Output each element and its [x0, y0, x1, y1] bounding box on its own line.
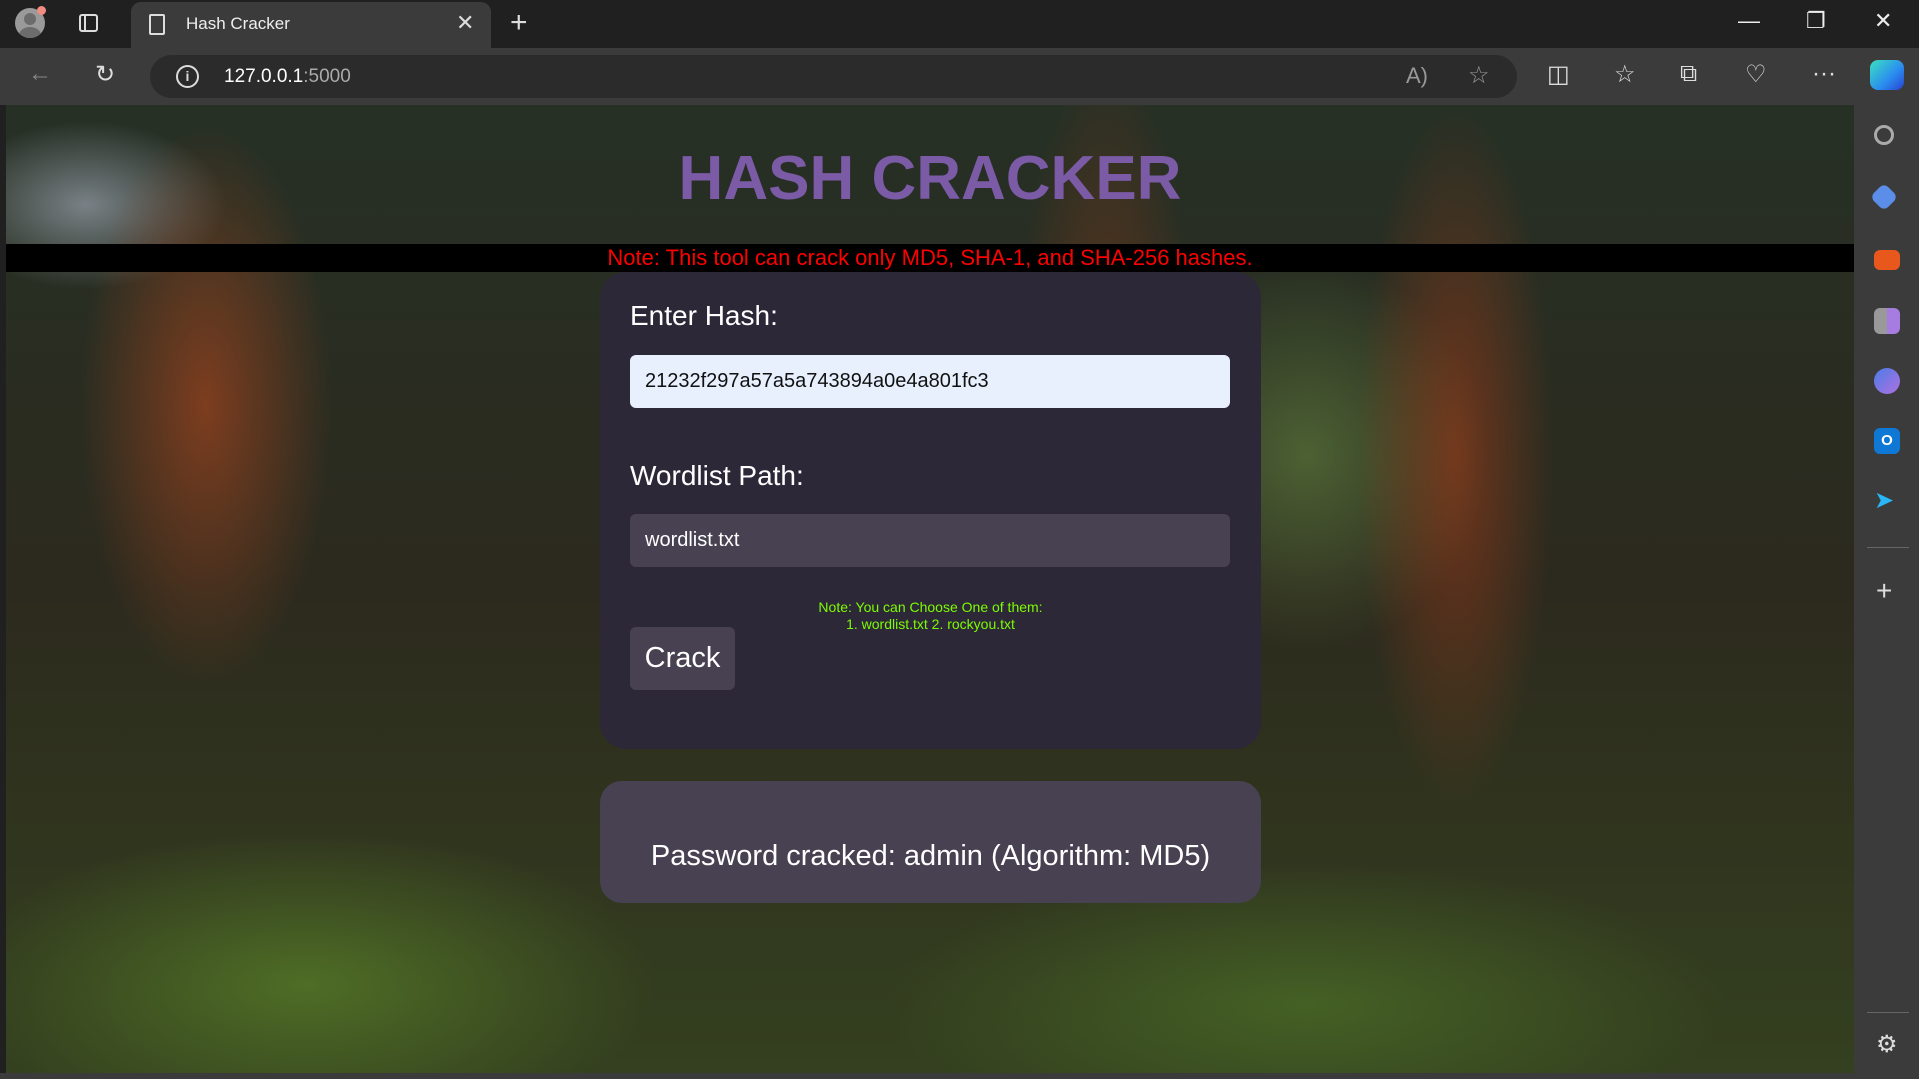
outlook-icon[interactable]: O: [1874, 428, 1900, 454]
browser-essentials-icon[interactable]: ♡: [1745, 60, 1767, 89]
page-title: HASH CRACKER: [678, 144, 1182, 213]
favorites-icon[interactable]: ☆: [1614, 60, 1636, 89]
shopping-tag-icon[interactable]: [1869, 182, 1899, 212]
crack-button[interactable]: Crack: [630, 627, 735, 690]
send-icon[interactable]: ➤: [1874, 488, 1900, 514]
crack-form: Enter Hash: Wordlist Path: Note: You can…: [600, 272, 1261, 749]
window-border: [0, 1073, 1854, 1079]
tab-actions-icon[interactable]: [79, 14, 98, 32]
tab-bar: Hash Cracker ✕ + — ❐ ✕: [0, 0, 1919, 48]
restore-icon[interactable]: ❐: [1806, 8, 1826, 34]
close-tab-icon[interactable]: ✕: [456, 10, 474, 36]
refresh-icon[interactable]: ↻: [95, 60, 115, 89]
split-screen-icon[interactable]: ◫: [1547, 60, 1570, 89]
new-tab-icon[interactable]: +: [510, 6, 528, 40]
info-icon[interactable]: i: [176, 65, 199, 88]
notification-dot: [37, 6, 46, 15]
copilot-icon[interactable]: [1870, 60, 1904, 90]
tools-icon[interactable]: [1874, 250, 1900, 270]
back-icon[interactable]: ←: [28, 60, 52, 88]
search-icon[interactable]: [1874, 125, 1894, 145]
tab-hash-cracker[interactable]: Hash Cracker ✕: [131, 2, 491, 48]
favorite-star-icon[interactable]: ☆: [1468, 61, 1490, 90]
sidebar-divider: [1867, 547, 1909, 548]
wordlist-note-line1: Note: You can Choose One of them:: [818, 599, 1043, 615]
result-box: Password cracked: admin (Algorithm: MD5): [600, 781, 1261, 903]
url-text: 127.0.0.1:5000: [224, 66, 351, 87]
collections-icon[interactable]: ⧉: [1680, 60, 1697, 88]
add-icon[interactable]: +: [1876, 575, 1892, 607]
wordlist-input[interactable]: [630, 514, 1230, 567]
more-icon[interactable]: ···: [1812, 60, 1836, 88]
close-window-icon[interactable]: ✕: [1874, 8, 1892, 34]
tab-title: Hash Cracker: [186, 14, 290, 33]
edge-sidebar: O ➤ + ⚙: [1854, 105, 1919, 1079]
hash-input[interactable]: [630, 355, 1230, 408]
supported-hashes-note: Note: This tool can crack only MD5, SHA-…: [6, 244, 1854, 272]
sidebar-divider: [1867, 1012, 1909, 1013]
page-content: HASH CRACKER Note: This tool can crack o…: [6, 105, 1854, 1073]
toolbar: ← ↻ i 127.0.0.1:5000 A) ☆ ◫ ☆ ⧉ ♡ ···: [0, 48, 1919, 105]
hash-label: Enter Hash:: [630, 300, 778, 331]
microsoft-365-icon[interactable]: [1874, 368, 1900, 394]
address-bar[interactable]: i 127.0.0.1:5000 A) ☆: [150, 55, 1517, 98]
page-icon: [149, 14, 165, 35]
games-icon[interactable]: [1874, 308, 1900, 334]
minimize-icon[interactable]: —: [1738, 8, 1760, 34]
settings-gear-icon[interactable]: ⚙: [1876, 1030, 1898, 1059]
read-aloud-icon[interactable]: A): [1406, 63, 1428, 89]
wordlist-label: Wordlist Path:: [630, 460, 804, 491]
